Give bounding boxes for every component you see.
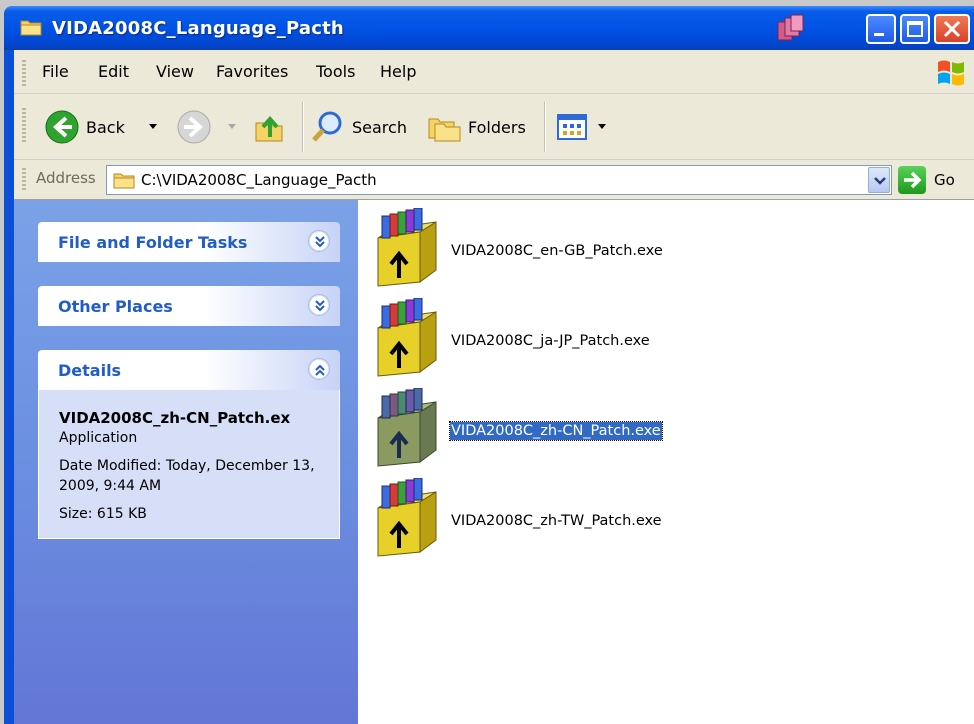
up-folder-icon — [255, 115, 283, 142]
panel-title: Other Places — [58, 297, 173, 316]
details-file-type: Application — [59, 430, 138, 446]
forward-history-dropdown[interactable] — [228, 124, 236, 129]
menu-file[interactable]: File — [42, 62, 69, 81]
file-item[interactable]: VIDA2008C_zh-TW_Patch.exe — [366, 478, 966, 558]
file-item[interactable]: VIDA2008C_ja-JP_Patch.exe — [366, 298, 966, 378]
maximize-icon — [907, 21, 923, 37]
minimize-icon — [874, 33, 884, 36]
other-places-header[interactable]: Other Places — [38, 286, 340, 326]
address-bar: Address C:\VIDA2008C_Language_Pacth Go — [14, 160, 974, 200]
search-icon — [312, 111, 342, 142]
back-label: Back — [86, 117, 125, 137]
forward-button[interactable] — [176, 108, 212, 146]
folder-icon — [20, 20, 42, 36]
folders-button[interactable]: Folders — [426, 108, 526, 146]
window-title: VIDA2008C_Language_Pacth — [52, 18, 344, 39]
forward-arrow-icon — [177, 110, 211, 144]
other-places-panel: Other Places — [38, 286, 340, 326]
explorer-window: VIDA2008C_Language_Pacth File Edit View … — [4, 6, 974, 724]
winrar-archive-icon — [377, 298, 437, 377]
go-arrow-icon — [898, 166, 926, 194]
search-button[interactable]: Search — [310, 108, 407, 146]
close-icon — [943, 20, 961, 38]
expand-chevron-icon[interactable] — [308, 230, 330, 252]
back-history-dropdown[interactable] — [149, 124, 157, 129]
expand-chevron-icon[interactable] — [308, 294, 330, 316]
views-icon — [557, 114, 587, 140]
folders-icon — [428, 118, 461, 142]
maximize-button[interactable] — [900, 14, 930, 44]
windows-logo-icon — [938, 60, 964, 86]
panel-title: File and Folder Tasks — [58, 233, 248, 252]
menu-edit[interactable]: Edit — [98, 62, 129, 81]
details-body: VIDA2008C_zh-CN_Patch.ex Application Dat… — [38, 390, 340, 539]
toolbar-separator — [302, 102, 303, 152]
chevron-down-icon — [874, 177, 886, 185]
address-label: Address — [36, 169, 96, 187]
standard-toolbar: Back Search Folders — [14, 94, 974, 160]
address-input[interactable]: C:\VIDA2008C_Language_Pacth — [106, 165, 892, 195]
file-folder-tasks-header[interactable]: File and Folder Tasks — [38, 222, 340, 262]
file-name: VIDA2008C_ja-JP_Patch.exe — [451, 333, 650, 349]
winrar-archive-icon — [377, 208, 437, 287]
panel-title: Details — [58, 361, 122, 380]
address-dropdown-button[interactable] — [868, 167, 890, 193]
folder-icon — [113, 173, 135, 189]
menu-tools[interactable]: Tools — [316, 62, 355, 81]
details-panel: Details VIDA2008C_zh-CN_Patch.ex Applica… — [38, 350, 340, 539]
go-button[interactable]: Go — [898, 166, 955, 194]
details-size: Size: 615 KB — [59, 506, 147, 522]
address-value: C:\VIDA2008C_Language_Pacth — [141, 171, 377, 189]
winrar-archive-icon — [377, 388, 437, 467]
menu-help[interactable]: Help — [380, 62, 416, 81]
file-name: VIDA2008C_zh-CN_Patch.exe — [449, 421, 663, 441]
file-list: VIDA2008C_en-GB_Patch.exe VIDA2008C_ja-J… — [358, 200, 974, 724]
go-label: Go — [934, 171, 955, 189]
toolbar-grip[interactable] — [22, 108, 26, 144]
back-button[interactable]: Back — [44, 108, 125, 146]
details-header[interactable]: Details — [38, 350, 340, 390]
search-label: Search — [352, 117, 407, 137]
file-name: VIDA2008C_en-GB_Patch.exe — [451, 243, 663, 259]
folders-label: Folders — [468, 117, 526, 137]
details-file-name: VIDA2008C_zh-CN_Patch.ex — [59, 409, 291, 427]
views-button[interactable] — [554, 108, 590, 146]
address-grip[interactable] — [22, 168, 26, 192]
menu-favorites[interactable]: Favorites — [216, 62, 288, 81]
collapse-chevron-icon[interactable] — [308, 358, 330, 380]
minimize-button[interactable] — [866, 14, 896, 44]
menu-view[interactable]: View — [156, 62, 194, 81]
back-arrow-icon — [45, 110, 79, 144]
file-folder-tasks-panel: File and Folder Tasks — [38, 222, 340, 262]
toolbar-separator — [544, 102, 545, 152]
details-date-modified: Date Modified: Today, December 13, 2009,… — [59, 458, 315, 494]
file-item-selected[interactable]: VIDA2008C_zh-CN_Patch.exe — [366, 388, 966, 468]
application-icon — [777, 14, 804, 41]
views-dropdown[interactable] — [598, 124, 606, 129]
close-button[interactable] — [934, 14, 970, 44]
task-pane: File and Folder Tasks Other Places Detai… — [14, 200, 358, 724]
file-name: VIDA2008C_zh-TW_Patch.exe — [451, 513, 662, 529]
menu-bar: File Edit View Favorites Tools Help — [14, 50, 974, 94]
winrar-archive-icon — [377, 478, 437, 557]
up-folder-button[interactable] — [252, 108, 288, 146]
menu-grip[interactable] — [22, 60, 26, 86]
title-bar[interactable]: VIDA2008C_Language_Pacth — [4, 6, 974, 50]
file-item[interactable]: VIDA2008C_en-GB_Patch.exe — [366, 208, 966, 288]
